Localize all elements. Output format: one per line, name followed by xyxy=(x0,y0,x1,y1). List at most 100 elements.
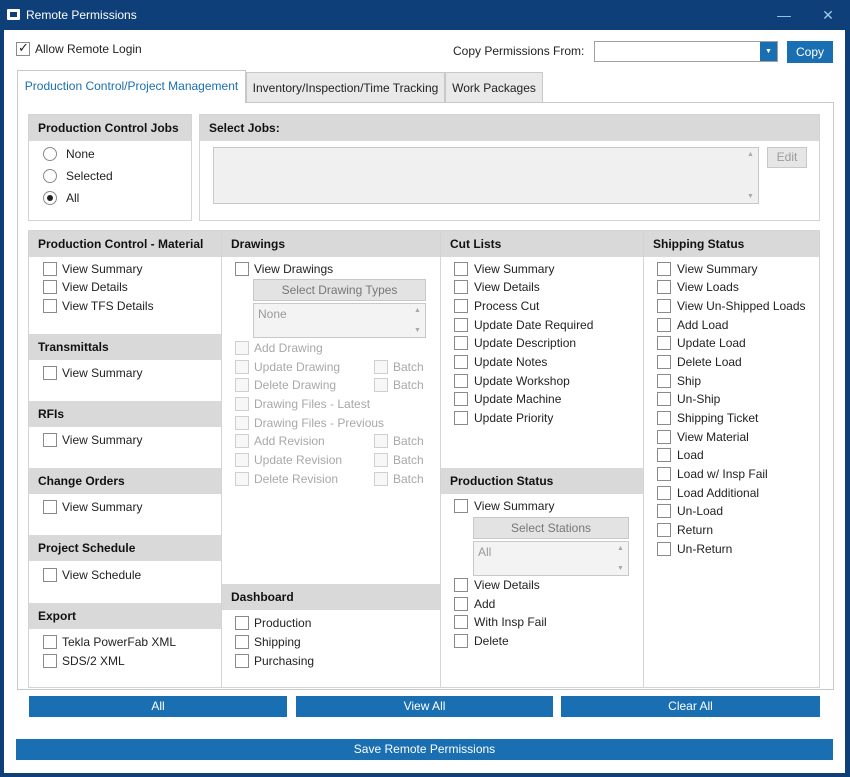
add-revision-batch-checkbox[interactable] xyxy=(374,434,388,448)
project-schedule-view-checkbox[interactable] xyxy=(43,568,57,582)
dashboard-production-checkbox[interactable] xyxy=(235,616,249,630)
shipping-view-summary-checkbox[interactable] xyxy=(657,262,671,276)
cut-lists-update-date-checkbox[interactable] xyxy=(454,318,468,332)
material-view-tfs-checkbox[interactable] xyxy=(43,299,57,313)
material-view-summary-label: View Summary xyxy=(62,262,143,276)
cut-lists-update-workshop-checkbox[interactable] xyxy=(454,374,468,388)
shipping-unload-checkbox[interactable] xyxy=(657,504,671,518)
delete-revision-label: Delete Revision xyxy=(254,472,339,486)
drawing-files-latest-checkbox[interactable] xyxy=(235,397,249,411)
copy-permissions-dropdown[interactable]: ▼ xyxy=(594,41,778,62)
scroll-down-icon[interactable]: ▼ xyxy=(414,327,421,334)
production-status-delete-checkbox[interactable] xyxy=(454,634,468,648)
shipping-delete-load-checkbox[interactable] xyxy=(657,355,671,369)
shipping-view-loads-checkbox[interactable] xyxy=(657,280,671,294)
dashboard-shipping-checkbox[interactable] xyxy=(235,635,249,649)
cut-lists-process-cut-checkbox[interactable] xyxy=(454,299,468,313)
cut-lists-update-description-checkbox[interactable] xyxy=(454,336,468,350)
shipping-add-load-checkbox[interactable] xyxy=(657,318,671,332)
tab-inventory-inspection[interactable]: Inventory/Inspection/Time Tracking xyxy=(246,72,445,102)
transmittals-view-summary-checkbox[interactable] xyxy=(43,366,57,380)
shipping-return-checkbox[interactable] xyxy=(657,523,671,537)
chevron-down-icon[interactable]: ▼ xyxy=(760,42,777,61)
cut-lists-update-machine-checkbox[interactable] xyxy=(454,392,468,406)
tab-work-packages[interactable]: Work Packages xyxy=(445,72,543,102)
tab-production-control[interactable]: Production Control/Project Management xyxy=(17,70,246,103)
scroll-down-icon[interactable]: ▼ xyxy=(617,565,624,572)
production-status-delete-label: Delete xyxy=(474,634,509,648)
material-view-summary-checkbox[interactable] xyxy=(43,262,57,276)
jobs-listbox-scrollbar[interactable]: ▲ ▼ xyxy=(744,148,758,203)
view-all-button[interactable]: View All xyxy=(296,696,553,717)
drawings-view-label: View Drawings xyxy=(254,262,334,276)
change-orders-view-summary-checkbox[interactable] xyxy=(43,500,57,514)
jobs-listbox[interactable]: ▲ ▼ xyxy=(213,147,759,204)
update-revision-batch-checkbox[interactable] xyxy=(374,453,388,467)
dashboard-purchasing-checkbox[interactable] xyxy=(235,654,249,668)
cut-lists-update-date-label: Update Date Required xyxy=(474,318,594,332)
delete-revision-checkbox[interactable] xyxy=(235,472,249,486)
add-drawing-checkbox[interactable] xyxy=(235,341,249,355)
shipping-load-insp-fail-checkbox[interactable] xyxy=(657,467,671,481)
edit-jobs-button[interactable]: Edit xyxy=(767,147,807,168)
shipping-ship-checkbox[interactable] xyxy=(657,374,671,388)
shipping-update-load-checkbox[interactable] xyxy=(657,336,671,350)
delete-revision-batch-label: Batch xyxy=(393,472,424,486)
scroll-up-icon[interactable]: ▲ xyxy=(414,307,421,314)
save-remote-permissions-button[interactable]: Save Remote Permissions xyxy=(16,739,833,760)
drawing-files-previous-checkbox[interactable] xyxy=(235,416,249,430)
jobs-radio-selected[interactable] xyxy=(43,169,57,183)
shipping-unship-checkbox[interactable] xyxy=(657,392,671,406)
drawings-view-checkbox[interactable] xyxy=(235,262,249,276)
select-drawing-types-button[interactable]: Select Drawing Types xyxy=(253,279,426,301)
scroll-down-icon[interactable]: ▼ xyxy=(747,193,754,200)
shipping-ticket-checkbox[interactable] xyxy=(657,411,671,425)
select-all-button[interactable]: All xyxy=(29,696,287,717)
production-status-insp-fail-checkbox[interactable] xyxy=(454,615,468,629)
jobs-option-all: All xyxy=(66,191,80,205)
allow-remote-login-checkbox[interactable] xyxy=(16,40,30,56)
minimize-button[interactable]: — xyxy=(772,5,796,25)
scroll-up-icon[interactable]: ▲ xyxy=(747,151,754,158)
material-view-details-checkbox[interactable] xyxy=(43,280,57,294)
shipping-add-load-label: Add Load xyxy=(677,318,729,332)
update-drawing-batch-checkbox[interactable] xyxy=(374,360,388,374)
cut-lists-view-details-checkbox[interactable] xyxy=(454,280,468,294)
stations-scrollbar[interactable]: ▲ ▼ xyxy=(614,542,628,575)
clear-all-button[interactable]: Clear All xyxy=(561,696,820,717)
drawing-types-scrollbar[interactable]: ▲ ▼ xyxy=(411,304,425,337)
cut-lists-update-priority-checkbox[interactable] xyxy=(454,411,468,425)
drawing-types-listbox[interactable]: None ▲ ▼ xyxy=(253,303,426,338)
cut-lists-view-summary-checkbox[interactable] xyxy=(454,262,468,276)
shipping-load-checkbox[interactable] xyxy=(657,448,671,462)
material-header: Production Control - Material xyxy=(29,231,221,257)
shipping-load-additional-label: Load Additional xyxy=(677,486,760,500)
shipping-view-unshipped-checkbox[interactable] xyxy=(657,299,671,313)
scroll-up-icon[interactable]: ▲ xyxy=(617,545,624,552)
select-stations-button[interactable]: Select Stations xyxy=(473,517,629,539)
cut-lists-update-notes-checkbox[interactable] xyxy=(454,355,468,369)
export-tekla-checkbox[interactable] xyxy=(43,635,57,649)
delete-revision-batch-checkbox[interactable] xyxy=(374,472,388,486)
copy-button[interactable]: Copy xyxy=(787,41,833,63)
cut-lists-view-summary-label: View Summary xyxy=(474,262,555,276)
rfis-view-summary-checkbox[interactable] xyxy=(43,433,57,447)
shipping-view-material-checkbox[interactable] xyxy=(657,430,671,444)
jobs-radio-none[interactable] xyxy=(43,147,57,161)
production-status-add-checkbox[interactable] xyxy=(454,597,468,611)
delete-drawing-checkbox[interactable] xyxy=(235,378,249,392)
close-button[interactable]: ✕ xyxy=(816,5,840,25)
update-revision-checkbox[interactable] xyxy=(235,453,249,467)
add-revision-checkbox[interactable] xyxy=(235,434,249,448)
update-drawing-checkbox[interactable] xyxy=(235,360,249,374)
export-sds2-checkbox[interactable] xyxy=(43,654,57,668)
production-status-view-summary-checkbox[interactable] xyxy=(454,499,468,513)
production-status-view-details-checkbox[interactable] xyxy=(454,578,468,592)
shipping-unreturn-checkbox[interactable] xyxy=(657,542,671,556)
material-view-tfs-label: View TFS Details xyxy=(62,299,154,313)
jobs-radio-all[interactable] xyxy=(43,191,57,205)
shipping-load-additional-checkbox[interactable] xyxy=(657,486,671,500)
delete-drawing-batch-checkbox[interactable] xyxy=(374,378,388,392)
stations-listbox[interactable]: All ▲ ▼ xyxy=(473,541,629,576)
cut-lists-update-machine-label: Update Machine xyxy=(474,392,562,406)
